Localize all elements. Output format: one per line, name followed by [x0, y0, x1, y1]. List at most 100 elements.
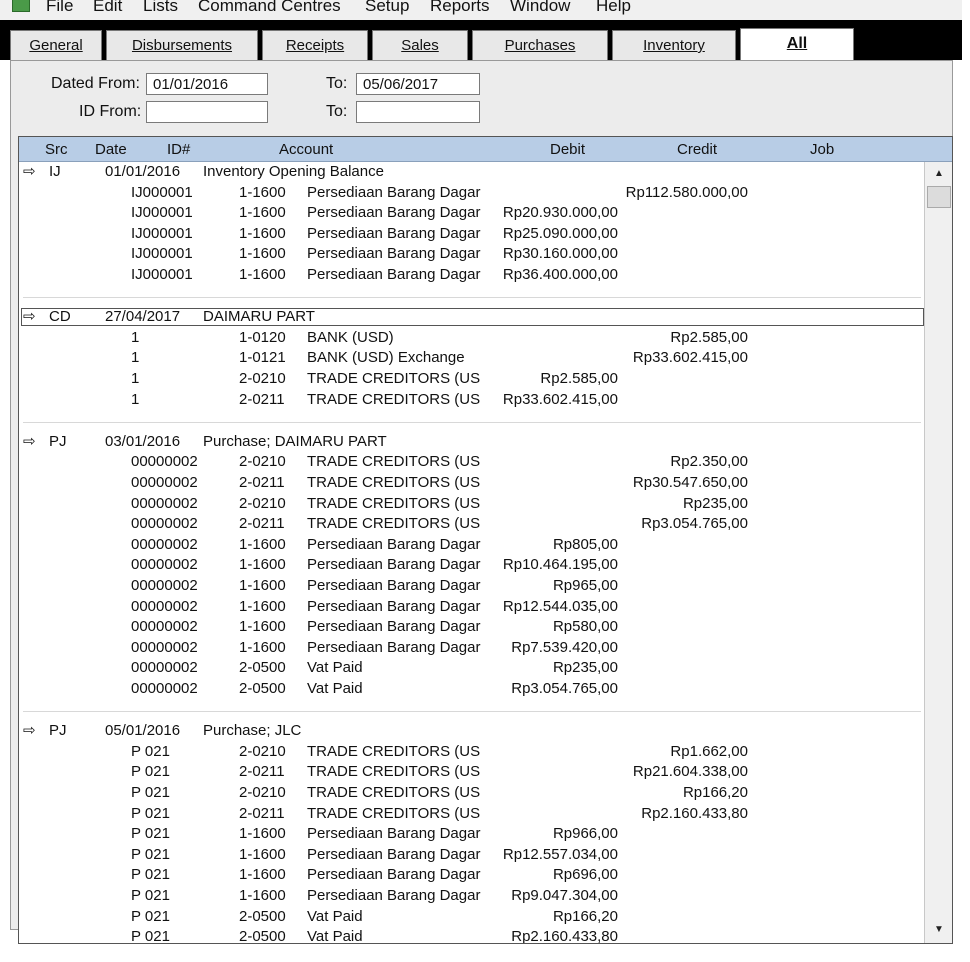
table-row[interactable]: 00000002 1-1600 Persediaan Barang Dagar Rp1… — [19, 597, 922, 617]
table-row[interactable]: P 021 1-1600 Persediaan Barang Dagar Rp9.04… — [19, 886, 922, 906]
table-row[interactable]: 00000002 2-0211 TRADE CREDITORS (US Rp30.54… — [19, 473, 922, 493]
account-name: Vat Paid — [307, 928, 363, 944]
table-row[interactable]: P 021 2-0210 TRADE CREDITORS (US Rp1.662,00 — [19, 742, 922, 762]
line-id: 00000002 — [131, 659, 198, 677]
line-id: 00000002 — [131, 494, 198, 512]
table-row[interactable]: 1 1-0120 BANK (USD) Rp2.585,00 — [19, 328, 922, 348]
app-icon[interactable] — [12, 0, 30, 12]
table-row[interactable]: IJ000001 1-1600 Persediaan Barang Dagar Rp1… — [19, 183, 922, 203]
tab-sales[interactable]: Sales — [372, 30, 468, 60]
journal-date: 03/01/2016 — [105, 432, 181, 450]
debit-amount: Rp965,00 — [552, 577, 618, 595]
table-row[interactable]: P 021 2-0500 Vat Paid Rp166,20 — [19, 907, 922, 927]
id-from-field[interactable] — [146, 101, 268, 123]
table-row[interactable]: IJ000001 1-1600 Persediaan Barang Dagar Rp3… — [19, 244, 922, 264]
column-header-debit[interactable]: Debit — [550, 141, 585, 158]
src-code: CD — [49, 308, 71, 326]
line-id: 00000002 — [131, 577, 198, 595]
debit-amount: Rp2.585,00 — [540, 370, 618, 388]
tab-inventory[interactable]: Inventory — [612, 30, 736, 60]
scroll-thumb[interactable] — [927, 186, 951, 208]
account-number: 1-1600 — [239, 183, 286, 201]
table-row[interactable]: 00000002 2-0210 TRADE CREDITORS (US Rp235,0… — [19, 494, 922, 514]
account-name: Persediaan Barang Dagar — [307, 224, 481, 242]
account-number: 1-1600 — [239, 245, 286, 263]
table-row[interactable]: 00000002 1-1600 Persediaan Barang Dagar Rp7… — [19, 638, 922, 658]
column-header-job[interactable]: Job — [810, 141, 834, 158]
arrow-right-icon[interactable]: ⇨ — [23, 432, 36, 452]
menu-window[interactable]: Window — [510, 0, 570, 16]
line-id: 1 — [131, 370, 140, 388]
account-number: 2-0211 — [239, 515, 285, 533]
account-name: TRADE CREDITORS (US — [307, 763, 481, 781]
table-row[interactable]: 1 2-0210 TRADE CREDITORS (US Rp2.585,00 — [19, 369, 922, 389]
line-id: IJ000001 — [131, 224, 193, 242]
table-row[interactable]: IJ000001 1-1600 Persediaan Barang Dagar Rp2… — [19, 224, 922, 244]
account-name: TRADE CREDITORS (US — [307, 804, 481, 822]
account-number: 1-0120 — [239, 328, 286, 346]
scroll-down-arrow-icon[interactable]: ▼ — [927, 920, 951, 940]
column-header-src[interactable]: Src — [45, 141, 68, 158]
table-row[interactable]: P 021 2-0210 TRADE CREDITORS (US Rp166,20 — [19, 783, 922, 803]
table-row[interactable]: P 021 1-1600 Persediaan Barang Dagar Rp696,… — [19, 865, 922, 885]
tab-disbursements[interactable]: Disbursements — [106, 30, 258, 60]
table-row[interactable]: P 021 1-1600 Persediaan Barang Dagar Rp966,… — [19, 824, 922, 844]
column-header-credit[interactable]: Credit — [677, 141, 717, 158]
menu-command-centres[interactable]: Command Centres — [198, 0, 341, 16]
journal-header-row[interactable]: ⇨ PJ 05/01/2016 Purchase; JLC — [19, 721, 922, 741]
column-header-date[interactable]: Date — [95, 141, 127, 158]
account-number: 1-1600 — [239, 577, 286, 595]
column-header-id[interactable]: ID# — [167, 141, 190, 158]
arrow-right-icon[interactable]: ⇨ — [23, 721, 36, 741]
tab-receipts[interactable]: Receipts — [262, 30, 368, 60]
debit-amount: Rp30.160.000,00 — [502, 245, 618, 263]
table-row[interactable]: 00000002 2-0210 TRADE CREDITORS (US Rp2.350… — [19, 452, 922, 472]
scroll-up-arrow-icon[interactable]: ▲ — [927, 164, 951, 184]
menu-file[interactable]: File — [46, 0, 73, 16]
table-row[interactable]: P 021 2-0500 Vat Paid Rp2.160.433,80 — [19, 927, 922, 944]
vertical-scrollbar[interactable]: ▲ ▼ — [924, 162, 952, 943]
table-row[interactable]: 00000002 2-0500 Vat Paid Rp3.054.765,00 — [19, 679, 922, 699]
menu-help[interactable]: Help — [596, 0, 631, 16]
table-row[interactable]: 00000002 2-0500 Vat Paid Rp235,00 — [19, 658, 922, 678]
table-row[interactable]: P 021 1-1600 Persediaan Barang Dagar Rp12.5… — [19, 845, 922, 865]
table-row[interactable]: P 021 2-0211 TRADE CREDITORS (US Rp2.160.43… — [19, 804, 922, 824]
menu-edit[interactable]: Edit — [93, 0, 122, 16]
account-name: TRADE CREDITORS (US — [307, 370, 481, 388]
journal-header-row[interactable]: ⇨ PJ 03/01/2016 Purchase; DAIMARU PART — [19, 432, 922, 452]
debit-amount: Rp7.539.420,00 — [511, 638, 618, 656]
table-row[interactable]: IJ000001 1-1600 Persediaan Barang Dagar Rp2… — [19, 203, 922, 223]
tab-purchases[interactable]: Purchases — [472, 30, 608, 60]
tab-all[interactable]: All — [740, 28, 854, 62]
table-row[interactable]: IJ000001 1-1600 Persediaan Barang Dagar Rp3… — [19, 265, 922, 285]
account-name: TRADE CREDITORS (US — [307, 494, 481, 512]
arrow-right-icon[interactable]: ⇨ — [23, 162, 36, 182]
debit-amount: Rp2.160.433,80 — [511, 928, 618, 944]
menu-setup[interactable]: Setup — [365, 0, 409, 16]
account-name: Persediaan Barang Dagar — [307, 618, 481, 636]
table-row[interactable]: 00000002 1-1600 Persediaan Barang Dagar Rp8… — [19, 535, 922, 555]
tab-general[interactable]: General — [10, 30, 102, 60]
table-row[interactable]: 00000002 2-0211 TRADE CREDITORS (US Rp3.054… — [19, 514, 922, 534]
id-to-label: To: — [326, 103, 348, 120]
dated-from-field[interactable] — [146, 73, 268, 95]
line-id: P 021 — [131, 825, 170, 843]
table-row[interactable]: 00000002 1-1600 Persediaan Barang Dagar Rp9… — [19, 576, 922, 596]
id-to-field[interactable] — [356, 101, 480, 123]
journal-header-row[interactable]: ⇨ CD 27/04/2017 DAIMARU PART — [19, 307, 922, 327]
table-row[interactable]: 00000002 1-1600 Persediaan Barang Dagar Rp1… — [19, 555, 922, 575]
column-header-account[interactable]: Account — [279, 141, 333, 158]
journal-header-row[interactable]: ⇨ IJ 01/01/2016 Inventory Opening Balance — [19, 162, 922, 182]
table-row[interactable]: 1 2-0211 TRADE CREDITORS (US Rp33.602.415,0… — [19, 390, 922, 410]
account-number: 2-0211 — [239, 804, 285, 822]
table-row[interactable]: 1 1-0121 BANK (USD) Exchange Rp33.602.415,0… — [19, 348, 922, 368]
menu-lists[interactable]: Lists — [143, 0, 178, 16]
table-row[interactable]: 00000002 1-1600 Persediaan Barang Dagar Rp5… — [19, 617, 922, 637]
menu-reports[interactable]: Reports — [430, 0, 490, 16]
account-number: 1-1600 — [239, 887, 286, 905]
table-row[interactable]: P 021 2-0211 TRADE CREDITORS (US Rp21.604.3… — [19, 762, 922, 782]
arrow-right-icon[interactable]: ⇨ — [23, 307, 36, 327]
tab-label: Disbursements — [131, 37, 233, 54]
debit-amount: Rp25.090.000,00 — [502, 224, 618, 242]
dated-to-field[interactable] — [356, 73, 480, 95]
